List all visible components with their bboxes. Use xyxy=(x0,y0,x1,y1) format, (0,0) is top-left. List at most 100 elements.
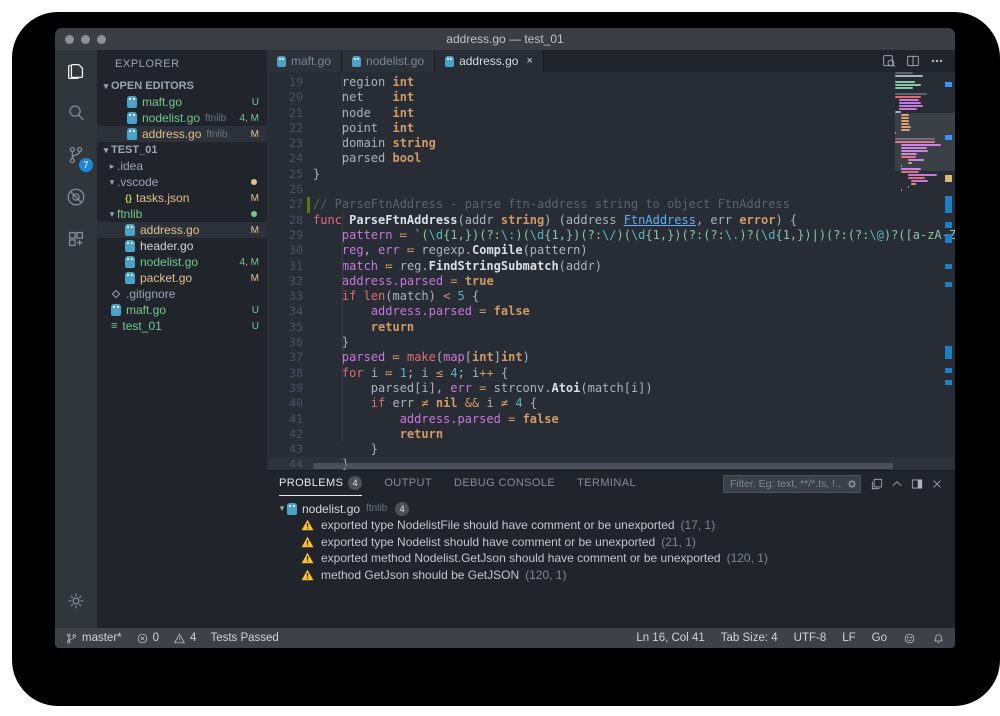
sidebar-section-open-editors[interactable]: ▾OPEN EDITORS xyxy=(97,78,267,94)
sidebar-item-ftnlib[interactable]: ▾ftnlib xyxy=(97,206,267,222)
code-line[interactable]: 32 address.parsed = true xyxy=(267,274,955,289)
panel-tab-debug-console[interactable]: DEBUG CONSOLE xyxy=(454,471,555,496)
status-item-go[interactable]: Go xyxy=(872,632,887,644)
status-item-4[interactable]: 4 xyxy=(173,632,196,645)
minimize-window-button[interactable] xyxy=(81,35,90,44)
filter-gear-icon[interactable] xyxy=(844,474,860,494)
code-line[interactable]: 40 if err ≠ nil && i ≠ 4 { xyxy=(267,396,955,411)
line-number: 37 xyxy=(267,350,303,365)
gutter xyxy=(303,427,313,442)
sidebar-item-address-go[interactable]: address.goftnlibM xyxy=(97,126,267,142)
close-panel-icon[interactable] xyxy=(927,474,947,494)
sidebar-item-nodelist-go[interactable]: nodelist.goftnlib4, M xyxy=(97,110,267,126)
problem-row[interactable]: exported method Nodelist.GetJson should … xyxy=(267,550,955,567)
search-icon[interactable] xyxy=(55,92,97,134)
sidebar-item-maft-go[interactable]: maft.goU xyxy=(97,302,267,318)
code-line[interactable]: 19 region int xyxy=(267,75,955,90)
sidebar-section-test-01[interactable]: ▾TEST_01 xyxy=(97,142,267,158)
problem-row[interactable]: method GetJson should be GetJSON(120, 1) xyxy=(267,567,955,584)
code-line[interactable]: 22 point int xyxy=(267,121,955,136)
tab-nodelist.go[interactable]: nodelist.go xyxy=(342,50,435,72)
chevron-icon: ▾ xyxy=(107,209,117,220)
status-item-smiley[interactable] xyxy=(903,632,916,645)
code-line[interactable]: 39 parsed[i], err = strconv.Atoi(match[i… xyxy=(267,381,955,396)
close-window-button[interactable] xyxy=(65,35,74,44)
problem-row[interactable]: exported type Nodelist should have comme… xyxy=(267,534,955,551)
status-item-0[interactable]: 0 xyxy=(136,632,159,645)
code-line[interactable]: 20 net int xyxy=(267,90,955,105)
more-actions-icon[interactable] xyxy=(927,51,947,71)
code-line[interactable]: 34 address.parsed = false xyxy=(267,304,955,319)
sidebar-item-nodelist-go[interactable]: nodelist.go4, M xyxy=(97,254,267,270)
status-item-tab-size-4[interactable]: Tab Size: 4 xyxy=(721,632,778,644)
code-line[interactable]: 35 return xyxy=(267,320,955,335)
debug-icon[interactable] xyxy=(55,176,97,218)
panel-tab-output[interactable]: OUTPUT xyxy=(384,471,432,496)
status-item-ln-16-col-41[interactable]: Ln 16, Col 41 xyxy=(636,632,704,644)
gutter xyxy=(303,381,313,396)
sidebar-item--vscode[interactable]: ▾.vscode xyxy=(97,174,267,190)
sidebar-item-address-go[interactable]: address.goM xyxy=(97,222,267,238)
tab-maft.go[interactable]: maft.go xyxy=(267,50,342,72)
code-line[interactable]: 26 xyxy=(267,182,955,197)
close-tab-icon[interactable]: × xyxy=(526,55,532,67)
code-line[interactable]: 24 parsed bool xyxy=(267,151,955,166)
code-line[interactable]: 25} xyxy=(267,167,955,182)
open-in-editor-icon[interactable] xyxy=(867,474,887,494)
sidebar-item-packet-go[interactable]: packet.goM xyxy=(97,270,267,286)
problems-filter[interactable] xyxy=(723,475,861,493)
panel-tab-terminal[interactable]: TERMINAL xyxy=(577,471,636,496)
extensions-icon[interactable] xyxy=(55,218,97,260)
code-line[interactable]: 37 parsed ≔ make(map[int]int) xyxy=(267,350,955,365)
code-line[interactable]: 33 if len(match) < 5 { xyxy=(267,289,955,304)
code-line[interactable]: 21 node int xyxy=(267,106,955,121)
sidebar-item-test-01[interactable]: ≡test_01U xyxy=(97,318,267,334)
problems-file-row[interactable]: ▾nodelist.goftnlib4 xyxy=(267,500,955,517)
gear-icon[interactable] xyxy=(55,580,97,622)
panel-tab-problems[interactable]: PROBLEMS4 xyxy=(279,471,362,496)
overview-marker xyxy=(945,196,952,213)
sidebar-item--gitignore[interactable]: .gitignore xyxy=(97,286,267,302)
status-item-tests-passed[interactable]: Tests Passed xyxy=(210,632,278,644)
sidebar-item-header-go[interactable]: header.go xyxy=(97,238,267,254)
code-text: // ParseFtnAddress - parse ftn-address s… xyxy=(313,197,955,212)
problem-row[interactable]: exported type NodelistFile should have c… xyxy=(267,517,955,534)
code-line[interactable]: 43 } xyxy=(267,442,955,457)
git-status-badge: M xyxy=(251,273,259,284)
sidebar-item-tasks-json[interactable]: {}tasks.jsonM xyxy=(97,190,267,206)
horizontal-scrollbar[interactable] xyxy=(313,463,893,469)
code-line[interactable]: 28func ParseFtnAddress(addr string) (add… xyxy=(267,213,955,228)
split-editor-icon[interactable] xyxy=(903,51,923,71)
item-label: header.go xyxy=(140,239,193,253)
status-item-master-[interactable]: master* xyxy=(65,632,122,645)
tab-address.go[interactable]: address.go× xyxy=(435,50,544,72)
open-preview-icon[interactable] xyxy=(879,51,899,71)
minimap-line xyxy=(895,177,941,179)
status-item-utf-8[interactable]: UTF-8 xyxy=(794,632,827,644)
zoom-window-button[interactable] xyxy=(97,35,106,44)
chevron-up-icon[interactable] xyxy=(887,474,907,494)
code-editor[interactable]: 19 region int20 net int21 node int22 poi… xyxy=(267,72,955,470)
code-line[interactable]: 30 reg, err ≔ regexp.Compile(pattern) xyxy=(267,243,955,258)
status-item-bell[interactable] xyxy=(932,632,945,645)
code-line[interactable]: 27// ParseFtnAddress - parse ftn-address… xyxy=(267,197,955,212)
explorer-icon[interactable] xyxy=(55,50,97,92)
code-line[interactable]: 29 pattern ≔ `(\d{1,})(?:\:)(\d{1,})(?:\… xyxy=(267,228,955,243)
filter-input[interactable] xyxy=(724,478,844,490)
sidebar-item-maft-go[interactable]: maft.goU xyxy=(97,94,267,110)
status-item-lf[interactable]: LF xyxy=(842,632,855,644)
minimap-line xyxy=(895,96,941,98)
maximize-panel-icon[interactable] xyxy=(907,474,927,494)
code-line[interactable]: 41 address.parsed = false xyxy=(267,412,955,427)
title-bar[interactable]: address.go — test_01 xyxy=(55,28,955,50)
code-text: node int xyxy=(313,106,955,121)
code-line[interactable]: 42 return xyxy=(267,427,955,442)
file-problems-count: 4 xyxy=(395,502,409,516)
sidebar-item--idea[interactable]: ▸.idea xyxy=(97,158,267,174)
git-status-badge: 4, M xyxy=(240,113,259,124)
code-line[interactable]: 23 domain string xyxy=(267,136,955,151)
code-line[interactable]: 31 match ≔ reg.FindStringSubmatch(addr) xyxy=(267,259,955,274)
code-line[interactable]: 38 for i ≔ 1; i ≤ 4; i++ { xyxy=(267,366,955,381)
code-line[interactable]: 36 } xyxy=(267,335,955,350)
source-control-icon[interactable]: 7 xyxy=(55,134,97,176)
